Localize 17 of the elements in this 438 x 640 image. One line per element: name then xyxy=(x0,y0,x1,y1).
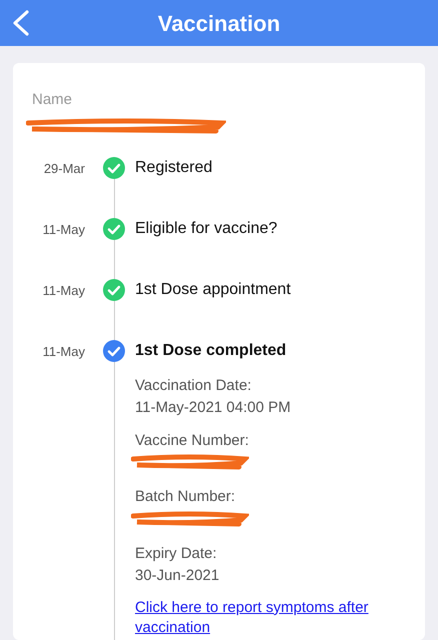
date-label: 11-May xyxy=(42,343,85,362)
report-symptoms-link[interactable]: Click here to report symptoms after vaccination xyxy=(135,598,409,638)
detail-label: Vaccination Date: xyxy=(135,376,252,396)
step-label: Eligible for vaccine? xyxy=(135,218,278,238)
detail-value: 11-May-2021 04:00 PM xyxy=(135,398,292,418)
detail-value: 30-Jun-2021 xyxy=(135,566,220,586)
page-title: Vaccination xyxy=(158,10,280,38)
date-label: 29-Mar xyxy=(42,160,85,178)
step-label: 1st Dose appointment xyxy=(135,280,291,300)
date-label: 11-May xyxy=(42,282,85,300)
date-label: 11-May xyxy=(42,221,85,240)
detail-label: Expiry Date: xyxy=(135,544,218,564)
step-label: Registered xyxy=(135,158,212,178)
step-label: 1st Dose completed xyxy=(135,340,286,360)
name-label: Name xyxy=(32,90,74,110)
detail-label: Batch Number: xyxy=(135,487,236,507)
detail-label: Vaccine Number: xyxy=(135,430,250,450)
